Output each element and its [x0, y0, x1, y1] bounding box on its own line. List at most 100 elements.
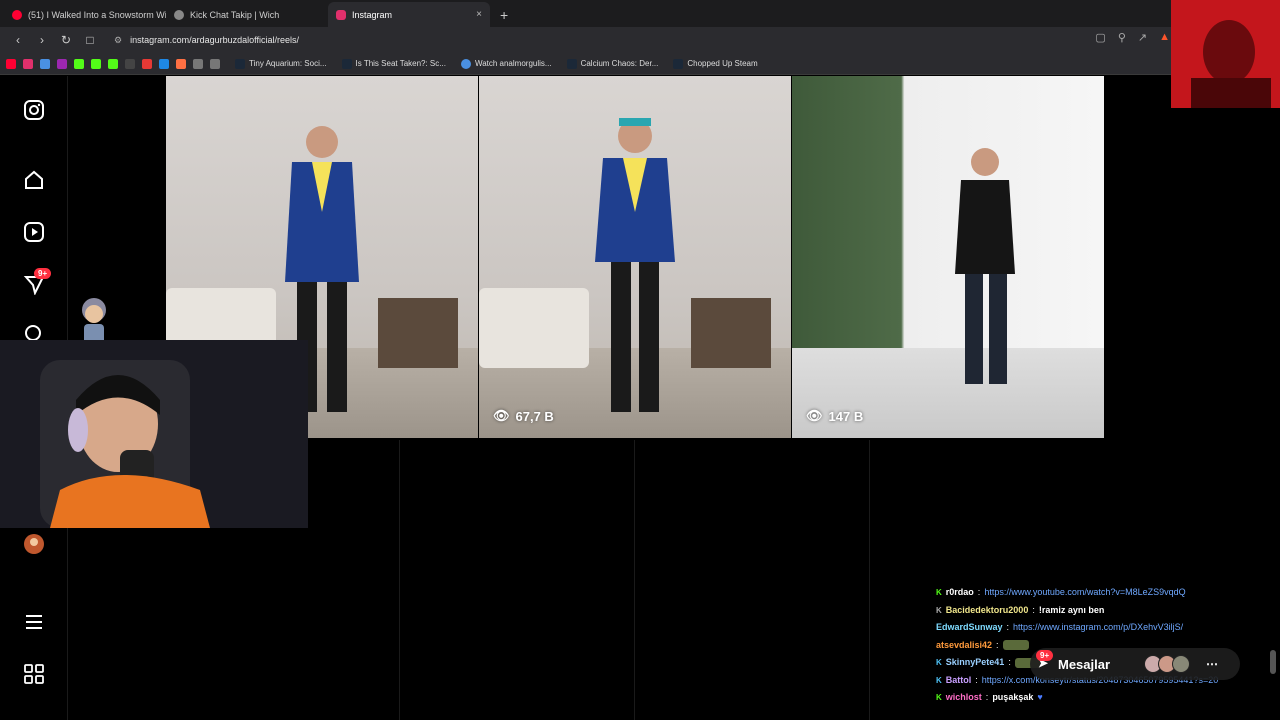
kick-bookmark-icon[interactable]: [91, 58, 101, 69]
zoom-icon[interactable]: ⚲: [1118, 31, 1126, 44]
emote-icon: [1002, 640, 1029, 651]
reel-thumbnail[interactable]: 👁 147 B: [792, 76, 1104, 438]
chat-username: atsevdalisi42: [936, 639, 993, 650]
notification-badge: 9+: [34, 268, 52, 279]
bookmark-seat-taken[interactable]: Is This Seat Taken?: Sc...: [341, 58, 446, 69]
chat-separator: :: [1006, 622, 1010, 632]
tab-kick-chat[interactable]: Kick Chat Takip | Wich: [166, 2, 328, 27]
youtube-bookmark-icon[interactable]: [6, 58, 16, 69]
eye-icon: 👁: [493, 408, 510, 423]
back-icon[interactable]: ‹: [8, 30, 28, 50]
heart-emote-icon: ♥: [1037, 692, 1043, 702]
x-bookmark-icon[interactable]: [125, 58, 135, 69]
brave-shield-icon[interactable]: ▲: [1159, 31, 1170, 44]
bookmark-chopped-up[interactable]: Chopped Up Steam: [673, 58, 758, 69]
reel-table: [691, 298, 771, 368]
forward-icon[interactable]: ›: [32, 30, 52, 50]
chat-text: !ramiz aynı ben: [1038, 604, 1105, 615]
chat-separator: :: [977, 587, 981, 597]
tab-title: (51) I Walked Into a Snowstorm With: [28, 9, 166, 20]
kick-bookmark-icon[interactable]: [74, 58, 84, 69]
bookmarks-bar: Tiny Aquarium: Soci... Is This Seat Take…: [0, 53, 1280, 75]
chat-username: r0rdao: [945, 587, 974, 597]
bookmark-icon[interactable]: [159, 58, 169, 69]
steam-icon: [341, 58, 352, 69]
share-icon[interactable]: ↗: [1138, 31, 1147, 44]
steam-icon: [235, 58, 245, 69]
address-bar-actions: ▢ ⚲ ↗ ▲: [1095, 31, 1170, 44]
url-text: instagram.com/ardagurbuzdalofficial/reel…: [130, 35, 299, 45]
tab-youtube[interactable]: (51) I Walked Into a Snowstorm With: [4, 2, 166, 27]
dancer-figure: [595, 118, 675, 412]
url-field[interactable]: ⚙ instagram.com/ardagurbuzdalofficial/re…: [114, 35, 299, 46]
menu-icon[interactable]: [22, 610, 46, 634]
chat-separator: :: [1008, 657, 1011, 667]
chat-separator: :: [985, 692, 989, 702]
reels-icon[interactable]: [22, 220, 46, 244]
home-icon[interactable]: [22, 168, 46, 192]
chat-username: SkinnyPete41: [945, 657, 1005, 667]
portrait-icon: [1191, 20, 1271, 108]
eye-icon: 👁: [806, 408, 823, 423]
chat-link[interactable]: https://www.youtube.com/watch?v=M8LeZS9v…: [984, 584, 1185, 602]
chat-username: EdwardSunway: [936, 622, 1003, 632]
bookmark-icon[interactable]: [40, 58, 50, 69]
close-tab-icon[interactable]: ×: [476, 9, 482, 20]
reel-view-count: 👁 67,7 B: [493, 408, 554, 424]
bookmark-watch[interactable]: Watch analmorgulis...: [460, 58, 552, 69]
dancer-figure: [955, 148, 1016, 384]
bookmark-icon[interactable]: [142, 58, 152, 69]
new-tab-button[interactable]: +: [490, 2, 518, 27]
tab-title: Instagram: [352, 9, 393, 20]
view-count-text: 67,7 B: [515, 408, 554, 424]
globe-icon: [460, 58, 471, 69]
bookmark-label: Is This Seat Taken?: Sc...: [355, 59, 446, 68]
instagram-bookmark-icon[interactable]: [23, 58, 33, 69]
streamer-webcam: [0, 340, 308, 528]
chat-message: EdwardSunway : https://www.instagram.com…: [936, 619, 1280, 637]
address-bar-row: ‹ › ↻ □ ⚙ instagram.com/ardagurbuzdaloff…: [0, 27, 1280, 53]
messages-button[interactable]: ➤ Mesajlar ⋯: [1030, 648, 1240, 680]
instagram-favicon-icon: [336, 9, 346, 20]
bookmark-icon[interactable]: [176, 58, 186, 69]
bookmark-label: Chopped Up Steam: [687, 59, 758, 68]
kick-badge-icon: K: [936, 658, 942, 667]
chat-link[interactable]: https://www.instagram.com/p/DXehvV3iljS/: [1013, 619, 1183, 637]
more-options-icon[interactable]: ⋯: [1206, 657, 1218, 671]
grid-cell: [400, 440, 635, 720]
reload-icon[interactable]: ↻: [56, 30, 76, 50]
profile-avatar[interactable]: [22, 532, 46, 556]
folder-icon[interactable]: [193, 58, 203, 69]
kick-bookmark-icon[interactable]: [108, 58, 118, 69]
chat-message: K wichlost : puşakşak ♥: [936, 689, 1280, 707]
tab-title: Kick Chat Takip | Wich: [190, 9, 280, 20]
messages-badge: 9+: [1036, 650, 1054, 661]
site-settings-icon[interactable]: ⚙: [114, 35, 122, 46]
bookmark-calcium-chaos[interactable]: Calcium Chaos: Der...: [566, 58, 659, 69]
tab-instagram[interactable]: Instagram ×: [328, 2, 490, 27]
more-apps-icon[interactable]: [22, 662, 46, 686]
folder-icon[interactable]: [210, 58, 220, 69]
bookmark-icon[interactable]: [57, 58, 67, 69]
kick-badge-icon: K: [936, 588, 942, 597]
chat-separator: :: [996, 639, 999, 650]
reel-sofa: [479, 288, 589, 368]
chat-message: K Bacidedektoru2000 : !ramiz aynı ben: [936, 602, 1280, 620]
reel-thumbnail[interactable]: 👁 67,7 B: [479, 76, 791, 438]
instagram-logo-icon[interactable]: [22, 98, 46, 122]
bookmark-label: Calcium Chaos: Der...: [580, 59, 659, 68]
browser-tab-bar: (51) I Walked Into a Snowstorm With Kick…: [0, 0, 1280, 27]
reel-view-count: 👁 147 B: [806, 408, 863, 424]
scrollbar[interactable]: [1270, 650, 1276, 674]
chat-username: Battol: [945, 674, 972, 685]
avatar: [1172, 655, 1191, 673]
bookmark-label: Watch analmorgulis...: [474, 59, 552, 68]
cast-icon[interactable]: ▢: [1095, 31, 1105, 44]
streamer-figure: [0, 340, 308, 528]
view-count-text: 147 B: [828, 408, 864, 424]
bookmark-label: Tiny Aquarium: Soci...: [249, 59, 327, 68]
bookmark-icon[interactable]: □: [80, 30, 100, 50]
kick-badge-icon: K: [936, 605, 942, 615]
bookmark-tiny-aquarium[interactable]: Tiny Aquarium: Soci...: [235, 58, 327, 69]
kick-badge-icon: K: [936, 693, 942, 702]
